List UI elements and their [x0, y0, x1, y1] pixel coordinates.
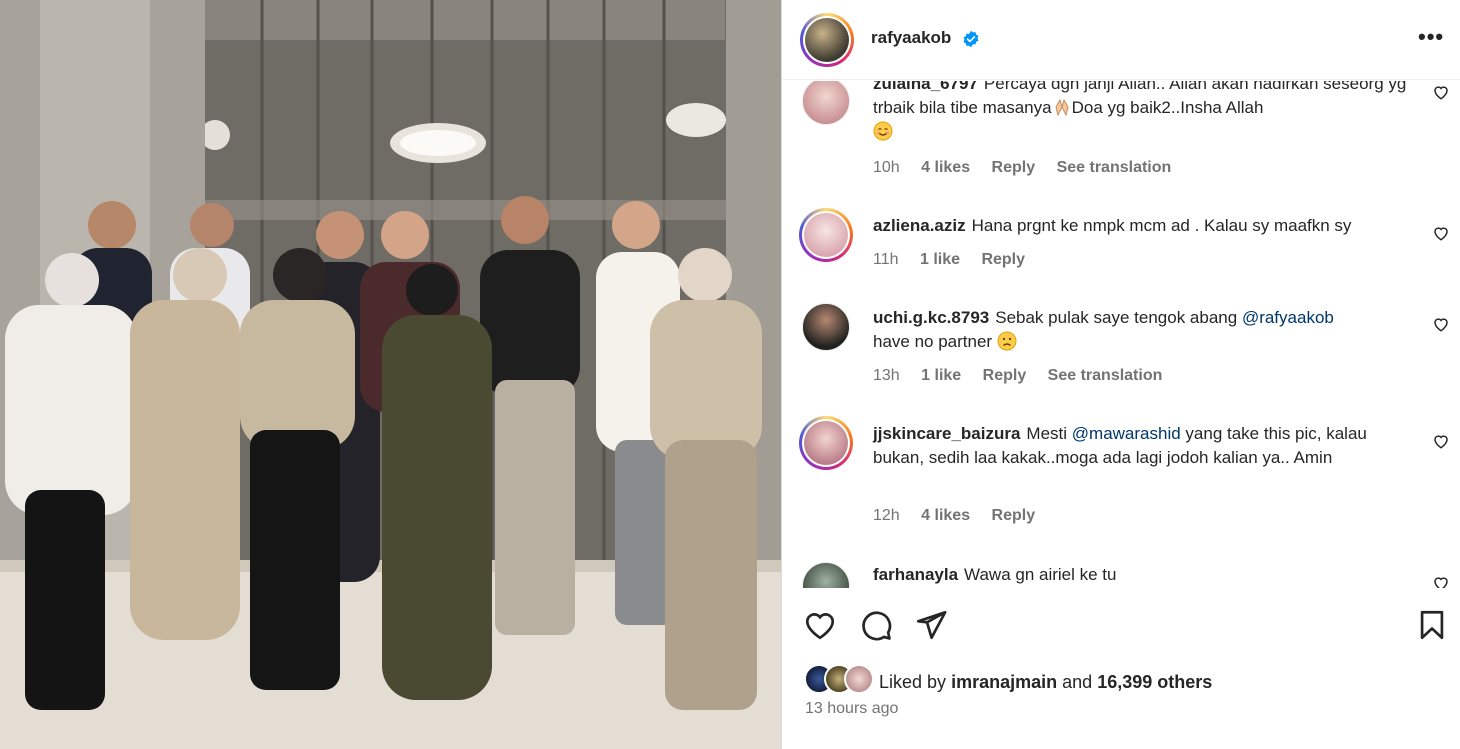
like-heart-icon[interactable]: [803, 608, 837, 642]
comment-text: jjskincare_baizura Mesti @mawarashid yang…: [873, 422, 1418, 470]
comment-likes[interactable]: 4 likes: [921, 159, 970, 176]
comment-text: farhanayla Wawa gn airiel ke tu: [873, 563, 1418, 587]
more-options-icon[interactable]: •••: [1418, 26, 1444, 48]
reply-button[interactable]: Reply: [992, 507, 1036, 524]
reply-button[interactable]: Reply: [992, 159, 1036, 176]
mention-link[interactable]: @mawarashid: [1072, 424, 1181, 443]
comment-time: 10h: [873, 159, 900, 176]
author-username[interactable]: rafyaakob: [871, 28, 951, 48]
post-header: rafyaakob •••: [782, 0, 1460, 80]
comment-body: Hana prgnt ke nmpk mcm ad . Kalau sy maa…: [971, 216, 1352, 235]
post-photo[interactable]: [0, 0, 781, 749]
comment-meta: 12h 4 likes Reply: [873, 507, 1052, 525]
comment-text: uchi.g.kc.8793 Sebak pulak saye tengok ab…: [873, 306, 1418, 354]
commenter-avatar[interactable]: [799, 416, 853, 470]
comment-likes[interactable]: 1 like: [921, 367, 961, 384]
comment-username[interactable]: azliena.aziz: [873, 216, 966, 235]
comment-icon[interactable]: [859, 608, 893, 642]
sad-face-emoji-icon: [997, 331, 1017, 351]
commenter-avatar[interactable]: [799, 208, 853, 262]
liked-by-conjunction: and: [1062, 672, 1093, 692]
commenter-avatar[interactable]: [802, 303, 850, 351]
heart-icon[interactable]: [1432, 574, 1450, 588]
comment-likes[interactable]: 1 like: [920, 251, 960, 268]
reply-button[interactable]: Reply: [983, 367, 1027, 384]
comment-body: Mesti: [1026, 424, 1068, 443]
reply-button[interactable]: Reply: [981, 251, 1025, 268]
liked-by-prefix: Liked by: [879, 672, 947, 692]
comment-text: zulaina_6797 Percaya dgn janji Allah.. Al…: [873, 81, 1418, 144]
comment-username[interactable]: farhanayla: [873, 565, 958, 584]
author-avatar[interactable]: [800, 13, 854, 67]
comment-body-continued: Doa yg baik2..Insha Allah: [1071, 98, 1264, 117]
comment-username[interactable]: jjskincare_baizura: [873, 424, 1020, 443]
post-detail-panel: rafyaakob ••• zulaina_6797 Percaya dgn ja…: [781, 0, 1460, 749]
comments-list[interactable]: zulaina_6797 Percaya dgn janji Allah.. Al…: [782, 81, 1460, 588]
comment-meta: 11h 1 like Reply: [873, 251, 1042, 269]
mention-link[interactable]: @rafyaakob: [1242, 308, 1334, 327]
share-icon[interactable]: [914, 608, 948, 642]
comment-meta: 10h 4 likes Reply See translation: [873, 159, 1188, 177]
comment-body: Sebak pulak saye tengok abang: [995, 308, 1238, 327]
liker-avatar: [844, 664, 874, 694]
comment-username[interactable]: uchi.g.kc.8793: [873, 308, 989, 327]
see-translation-button[interactable]: See translation: [1048, 367, 1163, 384]
save-icon[interactable]: [1415, 608, 1449, 642]
heart-icon[interactable]: [1432, 224, 1450, 242]
comment-body: Wawa gn airiel ke tu: [964, 565, 1117, 584]
praying-hands-emoji-icon: [1055, 98, 1069, 117]
smiling-face-emoji-icon: [873, 121, 893, 141]
heart-icon[interactable]: [1432, 83, 1450, 101]
comment-time: 12h: [873, 507, 900, 524]
comment-body-continued: have no partner: [873, 332, 993, 351]
likes-count-link[interactable]: 16,399 others: [1097, 672, 1212, 692]
see-translation-button[interactable]: See translation: [1057, 159, 1172, 176]
comment-text: azliena.aziz Hana prgnt ke nmpk mcm ad . …: [873, 214, 1418, 238]
comment-username[interactable]: zulaina_6797: [873, 81, 978, 93]
liker-username[interactable]: imranajmain: [951, 672, 1057, 692]
commenter-avatar[interactable]: [802, 562, 850, 588]
group-photo-illustration: [0, 0, 781, 749]
comment-meta: 13h 1 like Reply See translation: [873, 367, 1179, 385]
comment-likes[interactable]: 4 likes: [921, 507, 970, 524]
post-timestamp[interactable]: 13 hours ago: [805, 700, 898, 718]
comment-time: 11h: [873, 251, 899, 268]
comment-time: 13h: [873, 367, 900, 384]
heart-icon[interactable]: [1432, 432, 1450, 450]
commenter-avatar[interactable]: [802, 81, 850, 125]
liked-by-summary: Liked by imranajmain and 16,399 others: [879, 672, 1212, 693]
heart-icon[interactable]: [1432, 315, 1450, 333]
verified-badge-icon: [963, 30, 979, 48]
